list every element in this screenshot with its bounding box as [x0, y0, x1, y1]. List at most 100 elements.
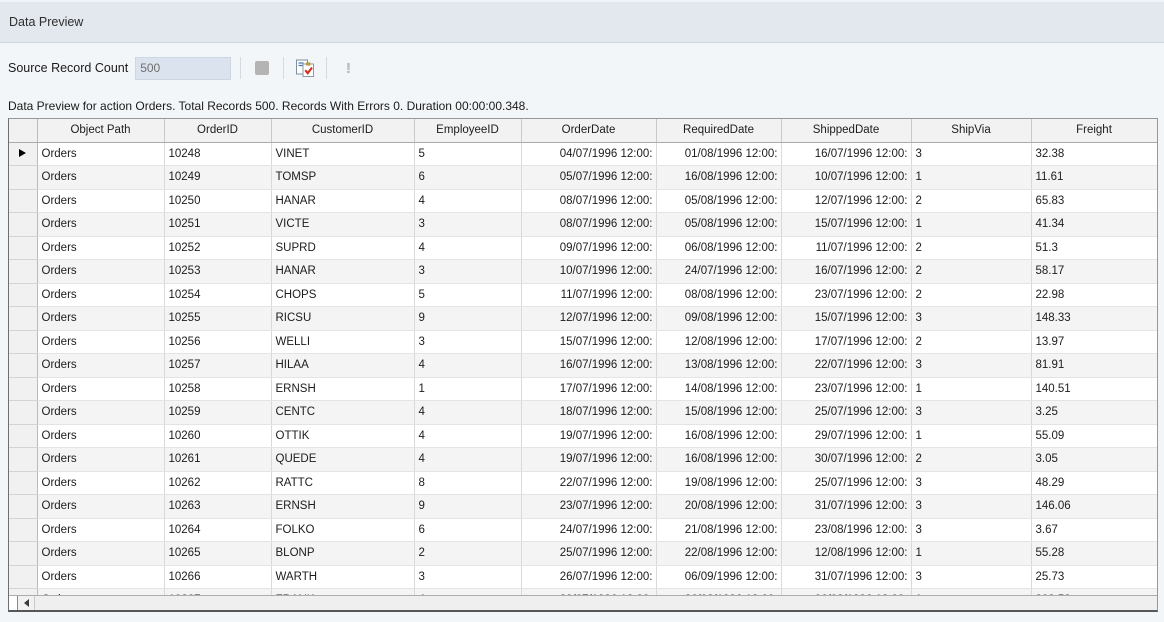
grid-cell[interactable]: HANAR: [271, 189, 414, 213]
row-selector[interactable]: [9, 189, 37, 213]
grid-cell[interactable]: 3: [911, 142, 1031, 166]
horizontal-scrollbar[interactable]: [9, 595, 1157, 610]
grid-cell[interactable]: 8: [414, 471, 521, 495]
grid-cell[interactable]: 3: [911, 401, 1031, 425]
grid-cell[interactable]: 06/08/1996 12:00:: [656, 236, 781, 260]
grid-cell[interactable]: VICTE: [271, 213, 414, 237]
row-selector[interactable]: [9, 377, 37, 401]
grid-cell[interactable]: 10262: [164, 471, 271, 495]
grid-cell[interactable]: 18/07/1996 12:00:: [521, 401, 656, 425]
grid-cell[interactable]: Orders: [37, 283, 164, 307]
grid-cell[interactable]: 3: [911, 307, 1031, 331]
grid-cell[interactable]: 2: [414, 542, 521, 566]
grid-cell[interactable]: 04/07/1996 12:00:: [521, 142, 656, 166]
row-selector[interactable]: [9, 236, 37, 260]
grid-cell[interactable]: 15/07/1996 12:00:: [781, 307, 911, 331]
grid-cell[interactable]: WELLI: [271, 330, 414, 354]
grid-cell[interactable]: 08/07/1996 12:00:: [521, 213, 656, 237]
grid-cell[interactable]: FOLKO: [271, 518, 414, 542]
grid-cell[interactable]: 3: [911, 354, 1031, 378]
grid-cell[interactable]: 1: [911, 542, 1031, 566]
grid-cell[interactable]: Orders: [37, 495, 164, 519]
grid-cell[interactable]: 55.28: [1031, 542, 1157, 566]
grid-cell[interactable]: 1: [911, 424, 1031, 448]
grid-cell[interactable]: 1: [911, 213, 1031, 237]
grid-cell[interactable]: 17/07/1996 12:00:: [521, 377, 656, 401]
grid-cell[interactable]: ERNSH: [271, 377, 414, 401]
grid-cell[interactable]: Orders: [37, 377, 164, 401]
grid-cell[interactable]: OTTIK: [271, 424, 414, 448]
row-selector[interactable]: [9, 213, 37, 237]
row-selector[interactable]: [9, 471, 37, 495]
grid-cell[interactable]: 2: [911, 189, 1031, 213]
row-selector[interactable]: [9, 166, 37, 190]
grid-cell[interactable]: 4: [414, 448, 521, 472]
grid-cell[interactable]: QUEDE: [271, 448, 414, 472]
grid-cell[interactable]: 23/07/1996 12:00:: [781, 283, 911, 307]
grid-cell[interactable]: 08/07/1996 12:00:: [521, 189, 656, 213]
row-selector[interactable]: [9, 518, 37, 542]
grid-cell[interactable]: 10251: [164, 213, 271, 237]
grid-cell[interactable]: Orders: [37, 189, 164, 213]
grid-cell[interactable]: 15/07/1996 12:00:: [521, 330, 656, 354]
grid-cell[interactable]: 32.38: [1031, 142, 1157, 166]
grid-cell[interactable]: 12/07/1996 12:00:: [781, 189, 911, 213]
grid-cell[interactable]: 2: [911, 330, 1031, 354]
grid-cell[interactable]: 01/08/1996 12:00:: [656, 142, 781, 166]
grid-cell[interactable]: 9: [414, 307, 521, 331]
grid-cell[interactable]: 06/09/1996 12:00:: [656, 565, 781, 589]
grid-cell[interactable]: Orders: [37, 565, 164, 589]
grid-cell[interactable]: 11/07/1996 12:00:: [781, 236, 911, 260]
grid-cell[interactable]: HILAA: [271, 354, 414, 378]
grid-cell[interactable]: RATTC: [271, 471, 414, 495]
grid-cell[interactable]: 12/08/1996 12:00:: [781, 542, 911, 566]
grid-cell[interactable]: 4: [414, 401, 521, 425]
grid-cell[interactable]: Orders: [37, 166, 164, 190]
grid-cell[interactable]: 15/08/1996 12:00:: [656, 401, 781, 425]
grid-cell[interactable]: ERNSH: [271, 495, 414, 519]
grid-cell[interactable]: Orders: [37, 518, 164, 542]
row-selector[interactable]: [9, 330, 37, 354]
grid-cell[interactable]: 22.98: [1031, 283, 1157, 307]
grid-cell[interactable]: 4: [414, 189, 521, 213]
grid-cell[interactable]: 2: [911, 448, 1031, 472]
grid-cell[interactable]: 24/07/1996 12:00:: [656, 260, 781, 284]
grid-cell[interactable]: 4: [414, 424, 521, 448]
grid-cell[interactable]: Orders: [37, 330, 164, 354]
row-selector[interactable]: [9, 401, 37, 425]
grid-cell[interactable]: 22/07/1996 12:00:: [781, 354, 911, 378]
grid-cell[interactable]: 29/07/1996 12:00:: [781, 424, 911, 448]
grid-cell[interactable]: 10256: [164, 330, 271, 354]
grid-cell[interactable]: 12/07/1996 12:00:: [521, 307, 656, 331]
grid-cell[interactable]: 3: [414, 260, 521, 284]
grid-cell[interactable]: 3: [911, 518, 1031, 542]
row-selector[interactable]: [9, 424, 37, 448]
grid-cell[interactable]: 25/07/1996 12:00:: [781, 471, 911, 495]
grid-cell[interactable]: 9: [414, 495, 521, 519]
grid-cell[interactable]: 3: [414, 565, 521, 589]
row-selector[interactable]: [9, 542, 37, 566]
grid-cell[interactable]: 26/07/1996 12:00:: [521, 565, 656, 589]
grid-cell[interactable]: BLONP: [271, 542, 414, 566]
grid-cell[interactable]: 1: [911, 166, 1031, 190]
grid-cell[interactable]: 10258: [164, 377, 271, 401]
grid-cell[interactable]: Orders: [37, 142, 164, 166]
grid-cell[interactable]: 31/07/1996 12:00:: [781, 565, 911, 589]
grid-cell[interactable]: 23/07/1996 12:00:: [781, 377, 911, 401]
column-header-freight[interactable]: Freight: [1031, 119, 1157, 142]
grid-cell[interactable]: Orders: [37, 542, 164, 566]
grid-cell[interactable]: 12/08/1996 12:00:: [656, 330, 781, 354]
grid-cell[interactable]: 3: [414, 213, 521, 237]
grid-cell[interactable]: 3: [911, 565, 1031, 589]
grid-cell[interactable]: 10261: [164, 448, 271, 472]
grid-cell[interactable]: 10264: [164, 518, 271, 542]
row-selector[interactable]: [9, 283, 37, 307]
stop-button[interactable]: [250, 56, 274, 80]
grid-cell[interactable]: 140.51: [1031, 377, 1157, 401]
grid-cell[interactable]: 05/07/1996 12:00:: [521, 166, 656, 190]
grid-cell[interactable]: 19/08/1996 12:00:: [656, 471, 781, 495]
grid-cell[interactable]: 16/08/1996 12:00:: [656, 448, 781, 472]
column-header-requireddate[interactable]: RequiredDate: [656, 119, 781, 142]
grid-cell[interactable]: SUPRD: [271, 236, 414, 260]
grid-cell[interactable]: 2: [911, 283, 1031, 307]
